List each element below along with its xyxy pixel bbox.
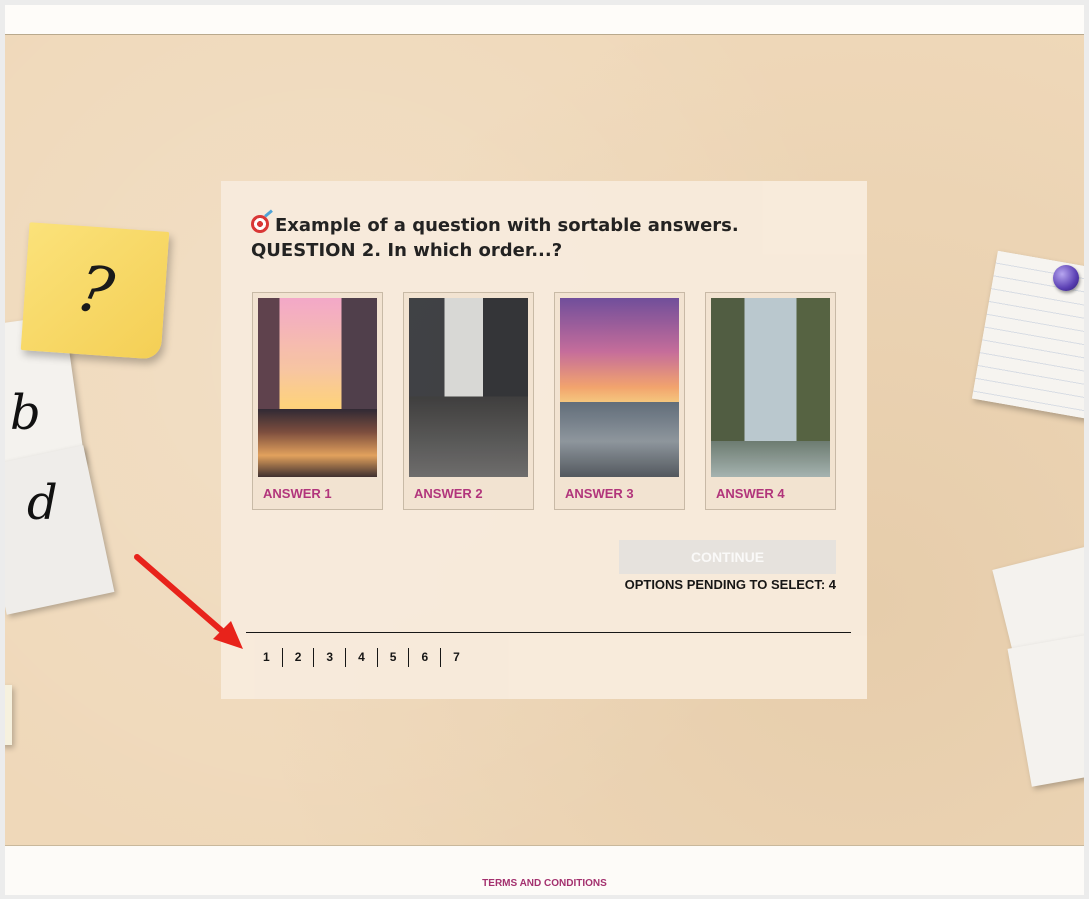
answer-image-city-river-sunset xyxy=(258,298,377,477)
handwritten-letter-b: b xyxy=(10,385,41,441)
page-link-3[interactable]: 3 xyxy=(314,648,347,667)
top-bar xyxy=(5,5,1084,35)
answer-label: ANSWER 1 xyxy=(263,486,332,501)
page-link-4[interactable]: 4 xyxy=(346,648,378,667)
question-title: Example of a question with sortable answ… xyxy=(251,213,831,263)
answer-image-temple-gate xyxy=(711,298,830,477)
app-frame: ? b d Example of a question with sortabl… xyxy=(5,5,1084,895)
answer-option-1[interactable]: ANSWER 1 xyxy=(252,292,383,510)
paper-scrap-left-lower xyxy=(5,445,115,615)
sticky-note-text: ? xyxy=(70,251,120,331)
page-link-7[interactable]: 7 xyxy=(441,648,472,667)
red-arrow-icon xyxy=(134,554,243,649)
sticky-note-question-mark: ? xyxy=(20,222,170,360)
question-card: Example of a question with sortable answ… xyxy=(221,181,867,699)
page-link-6[interactable]: 6 xyxy=(409,648,442,667)
footer: TERMS AND CONDITIONS xyxy=(5,847,1084,895)
target-icon xyxy=(251,215,269,233)
divider xyxy=(246,632,851,633)
page-link-1[interactable]: 1 xyxy=(251,648,283,667)
answer-image-skatepark-sunset xyxy=(560,298,679,477)
answer-label: ANSWER 3 xyxy=(565,486,634,501)
answer-option-4[interactable]: ANSWER 4 xyxy=(705,292,836,510)
answer-label: ANSWER 4 xyxy=(716,486,785,501)
answer-image-city-street xyxy=(409,298,528,477)
page-link-2[interactable]: 2 xyxy=(283,648,315,667)
terms-and-conditions-link[interactable]: TERMS AND CONDITIONS xyxy=(5,878,1084,889)
pagination: 1 2 3 4 5 6 7 xyxy=(251,648,472,667)
handwritten-letter-d: d xyxy=(27,475,58,531)
pending-options-text: OPTIONS PENDING TO SELECT: 4 xyxy=(624,577,836,592)
answer-option-2[interactable]: ANSWER 2 xyxy=(403,292,534,510)
continue-button[interactable]: CONTINUE xyxy=(619,540,836,574)
answer-option-3[interactable]: ANSWER 3 xyxy=(554,292,685,510)
paper-scrap-left-small xyxy=(5,685,12,745)
answer-list: ANSWER 1 ANSWER 2 ANSWER 3 ANSWER 4 xyxy=(252,292,836,510)
paper-scrap-right-lower xyxy=(1007,633,1084,787)
answer-label: ANSWER 2 xyxy=(414,486,483,501)
push-pin-icon xyxy=(1053,265,1079,291)
question-text: Example of a question with sortable answ… xyxy=(251,215,739,261)
page-link-5[interactable]: 5 xyxy=(378,648,410,667)
corkboard-background: ? b d Example of a question with sortabl… xyxy=(5,35,1084,846)
